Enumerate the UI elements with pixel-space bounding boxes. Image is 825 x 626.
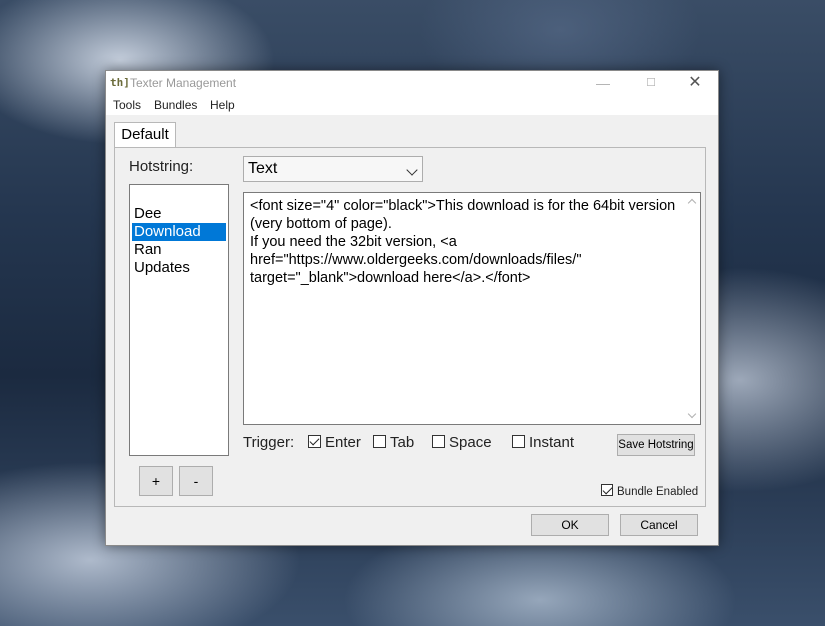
menu-tools[interactable]: Tools bbox=[113, 98, 141, 112]
menu-help[interactable]: Help bbox=[210, 98, 235, 112]
trigger-enter-label: Enter bbox=[325, 434, 361, 451]
close-button[interactable]: ✕ bbox=[672, 71, 718, 95]
hotstring-content-text: <font size="4" color="black">This downlo… bbox=[250, 198, 676, 286]
cancel-button[interactable]: Cancel bbox=[620, 514, 698, 536]
trigger-enter-checkbox[interactable]: Enter bbox=[308, 434, 361, 452]
bundle-enabled-checkbox[interactable]: Bundle Enabled bbox=[601, 484, 698, 498]
trigger-space-checkbox[interactable]: Space bbox=[432, 434, 492, 452]
scroll-down-icon[interactable] bbox=[687, 409, 697, 419]
menu-bundles[interactable]: Bundles bbox=[154, 98, 197, 112]
hotstring-list[interactable]: Dee Download Ran Updates bbox=[129, 184, 229, 456]
app-icon: th] bbox=[110, 76, 130, 89]
trigger-tab-label: Tab bbox=[390, 434, 415, 451]
hotstring-content-textarea[interactable]: <font size="4" color="black">This downlo… bbox=[243, 192, 701, 425]
tab-strip: Default bbox=[106, 115, 718, 148]
list-item-download[interactable]: Download bbox=[132, 223, 226, 241]
checkbox-checked-icon[interactable] bbox=[601, 484, 613, 496]
add-hotstring-button[interactable]: + bbox=[139, 466, 173, 496]
checkbox-unchecked-icon[interactable] bbox=[432, 435, 445, 448]
window-title: Texter Management bbox=[130, 76, 237, 90]
scroll-up-icon[interactable] bbox=[687, 198, 697, 208]
list-item-updates[interactable]: Updates bbox=[132, 259, 226, 277]
title-bar[interactable]: th] Texter Management — ☐ ✕ bbox=[106, 71, 718, 95]
tab-panel-default: Hotstring: Dee Download Ran Updates Text… bbox=[114, 147, 706, 507]
remove-hotstring-button[interactable]: - bbox=[179, 466, 213, 496]
chevron-down-icon bbox=[406, 164, 418, 176]
checkbox-unchecked-icon[interactable] bbox=[373, 435, 386, 448]
bundle-enabled-label: Bundle Enabled bbox=[617, 486, 699, 498]
checkbox-unchecked-icon[interactable] bbox=[512, 435, 525, 448]
vertical-scrollbar[interactable] bbox=[684, 193, 700, 424]
trigger-instant-label: Instant bbox=[529, 434, 575, 451]
trigger-instant-checkbox[interactable]: Instant bbox=[512, 434, 574, 452]
maximize-button[interactable]: ☐ bbox=[628, 71, 674, 95]
texter-management-window: th] Texter Management — ☐ ✕ Tools Bundle… bbox=[105, 70, 719, 546]
trigger-label: Trigger: bbox=[243, 434, 295, 451]
checkbox-checked-icon[interactable] bbox=[308, 435, 321, 448]
type-dropdown-value: Text bbox=[248, 160, 278, 177]
trigger-tab-checkbox[interactable]: Tab bbox=[373, 434, 414, 452]
trigger-space-label: Space bbox=[449, 434, 492, 451]
tab-default[interactable]: Default bbox=[114, 122, 176, 148]
menu-bar: Tools Bundles Help bbox=[106, 95, 718, 115]
minimize-button[interactable]: — bbox=[580, 71, 626, 95]
type-dropdown[interactable]: Text bbox=[243, 156, 423, 182]
list-item-ran[interactable]: Ran bbox=[132, 241, 226, 259]
ok-button[interactable]: OK bbox=[531, 514, 609, 536]
save-hotstring-button[interactable]: Save Hotstring bbox=[617, 434, 695, 456]
hotstring-label: Hotstring: bbox=[129, 158, 194, 175]
list-item-dee[interactable]: Dee bbox=[132, 205, 226, 223]
